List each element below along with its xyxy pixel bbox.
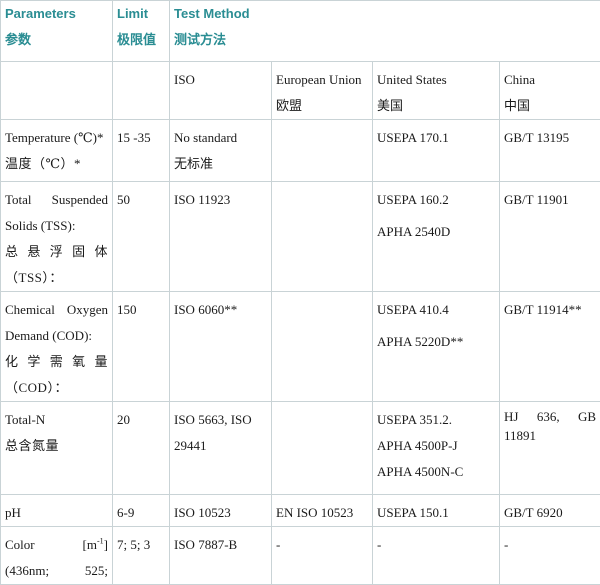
parameters-table: Parameters 参数 Limit 极限值 Test Method 测试方法… (0, 0, 600, 585)
param-cell: pH (1, 495, 113, 527)
eu-cell (272, 182, 373, 292)
header-parameters: Parameters 参数 (1, 1, 113, 62)
region-blank (113, 62, 170, 120)
us-cell: - (373, 527, 500, 585)
eu-cell: - (272, 527, 373, 585)
header-row: Parameters 参数 Limit 极限值 Test Method 测试方法 (1, 1, 600, 62)
region-blank (1, 62, 113, 120)
china-cell: HJ 636, GB 11891 (500, 402, 600, 495)
eu-cell (272, 120, 373, 182)
china-cell: - (500, 527, 600, 585)
table-row: pH 6-9 ISO 10523 EN ISO 10523 USEPA 150.… (1, 495, 600, 527)
param-cell: Total-N 总含氮量 (1, 402, 113, 495)
us-cell: USEPA 351.2. APHA 4500P-J APHA 4500N-C (373, 402, 500, 495)
table-row: Total Suspended Solids (TSS): 总悬浮固体 （TSS… (1, 182, 600, 292)
eu-cell (272, 292, 373, 402)
china-cell: GB/T 11901 (500, 182, 600, 292)
limit-cell: 15 -35 (113, 120, 170, 182)
param-cell: Total Suspended Solids (TSS): 总悬浮固体 （TSS… (1, 182, 113, 292)
param-cell: Temperature (℃)* 温度（℃）* (1, 120, 113, 182)
eu-cell (272, 402, 373, 495)
region-row: ISO European Union 欧盟 United States 美国 C… (1, 62, 600, 120)
china-cell: GB/T 13195 (500, 120, 600, 182)
eu-cell: EN ISO 10523 (272, 495, 373, 527)
header-limit: Limit 极限值 (113, 1, 170, 62)
us-cell: USEPA 160.2 APHA 2540D (373, 182, 500, 292)
china-cell: GB/T 11914** (500, 292, 600, 402)
limit-cell: 7; 5; 3 (113, 527, 170, 585)
region-iso: ISO (170, 62, 272, 120)
iso-cell: ISO 6060** (170, 292, 272, 402)
iso-cell: No standard 无标准 (170, 120, 272, 182)
limit-cell: 20 (113, 402, 170, 495)
table-row: Temperature (℃)* 温度（℃）* 15 -35 No standa… (1, 120, 600, 182)
region-china: China 中国 (500, 62, 600, 120)
region-eu: European Union 欧盟 (272, 62, 373, 120)
us-cell: USEPA 150.1 (373, 495, 500, 527)
china-cell: GB/T 6920 (500, 495, 600, 527)
iso-cell: ISO 5663, ISO 29441 (170, 402, 272, 495)
limit-cell: 50 (113, 182, 170, 292)
iso-cell: ISO 7887-B (170, 527, 272, 585)
iso-cell: ISO 11923 (170, 182, 272, 292)
param-cell: Color [m-1] (436nm; 525; (1, 527, 113, 585)
region-us: United States 美国 (373, 62, 500, 120)
table-row: Color [m-1] (436nm; 525; 7; 5; 3 ISO 788… (1, 527, 600, 585)
table-row: Total-N 总含氮量 20 ISO 5663, ISO 29441 USEP… (1, 402, 600, 495)
header-test-method: Test Method 测试方法 (170, 1, 600, 62)
us-cell: USEPA 410.4 APHA 5220D** (373, 292, 500, 402)
limit-cell: 150 (113, 292, 170, 402)
param-cell: Chemical Oxygen Demand (COD): 化学需氧量 （COD… (1, 292, 113, 402)
iso-cell: ISO 10523 (170, 495, 272, 527)
us-cell: USEPA 170.1 (373, 120, 500, 182)
limit-cell: 6-9 (113, 495, 170, 527)
table-row: Chemical Oxygen Demand (COD): 化学需氧量 （COD… (1, 292, 600, 402)
